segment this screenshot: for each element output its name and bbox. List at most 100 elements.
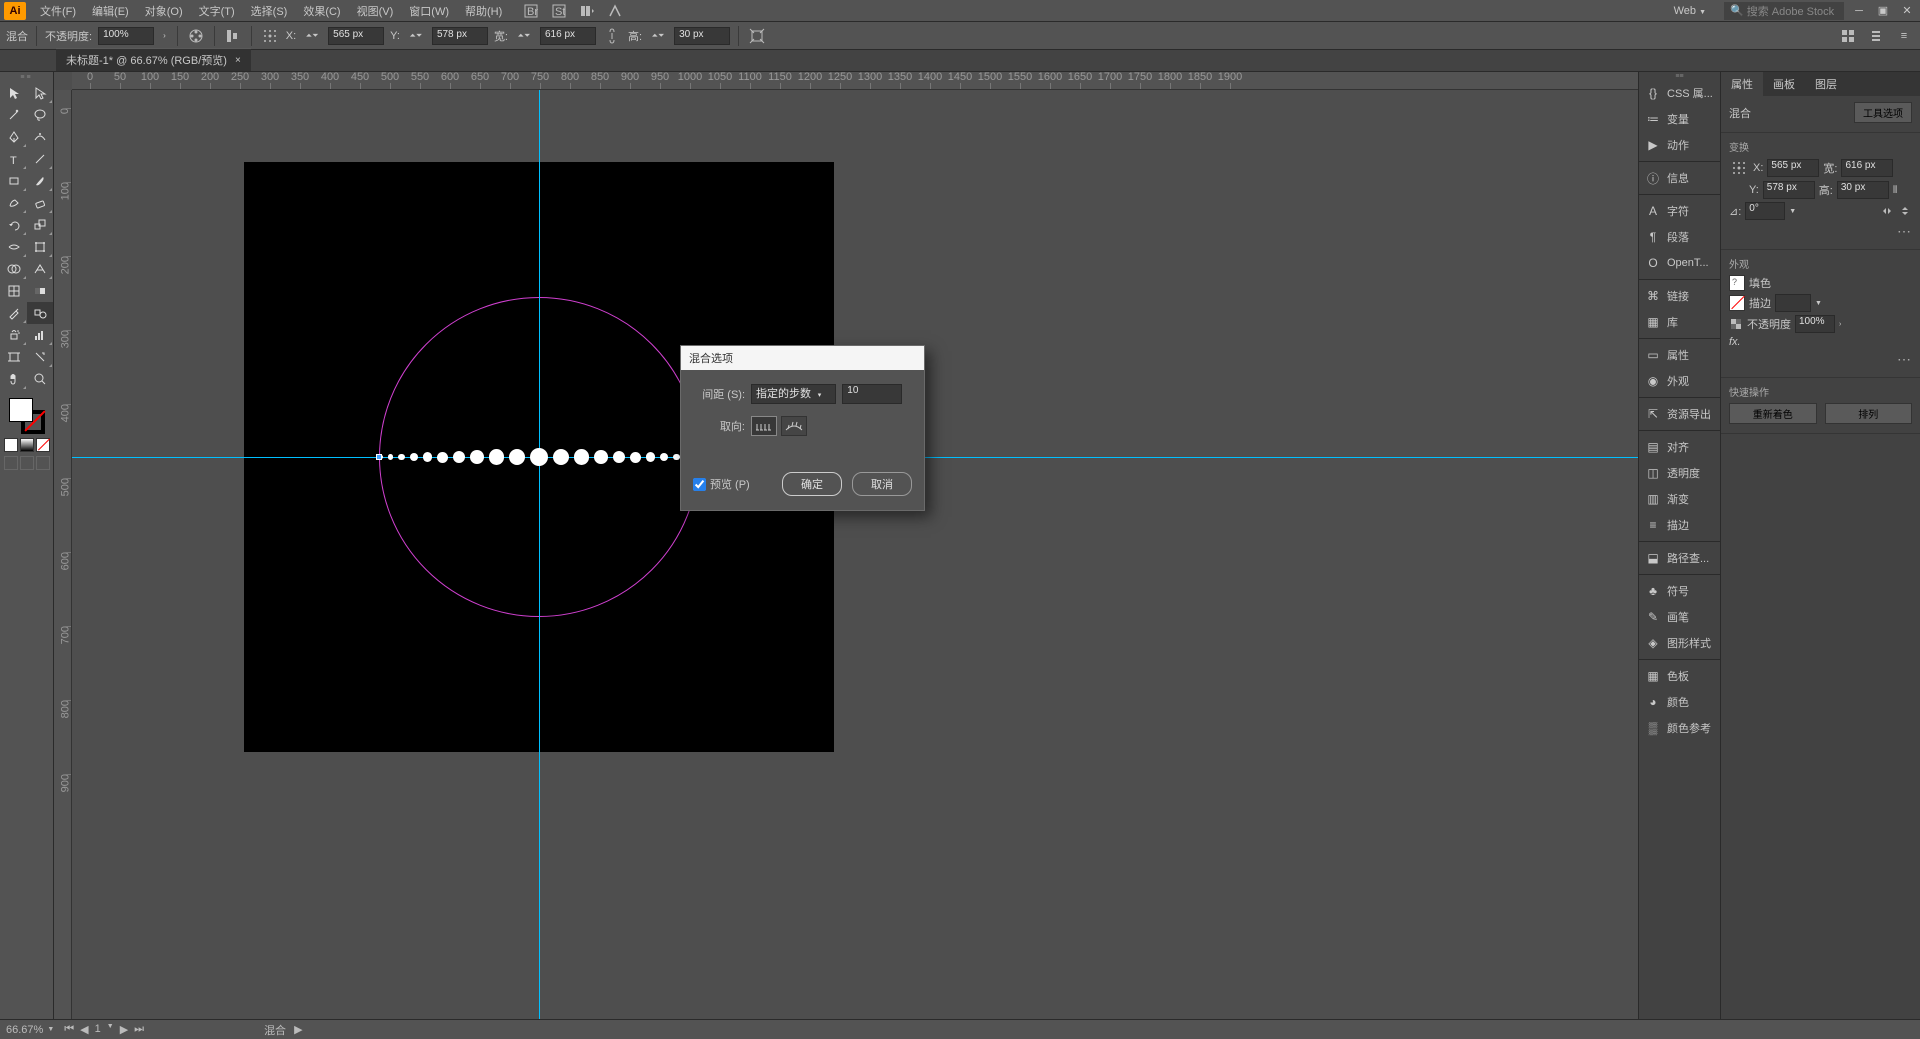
- column-graph-tool[interactable]: [27, 324, 53, 346]
- angle-dd-icon[interactable]: ▼: [1789, 208, 1796, 215]
- last-artboard-icon[interactable]: ⏭: [132, 1023, 146, 1036]
- panel-颜色参考[interactable]: ▒颜色参考: [1639, 715, 1720, 741]
- magic-wand-tool[interactable]: [1, 104, 27, 126]
- panel-外观[interactable]: ◉外观: [1639, 368, 1720, 394]
- panel-透明度[interactable]: ◫透明度: [1639, 460, 1720, 486]
- w-stepper-icon[interactable]: ⏶⏷: [514, 26, 534, 46]
- canvas[interactable]: 0501001502002503003504004505005506006507…: [54, 72, 1638, 1019]
- panel-段落[interactable]: ¶段落: [1639, 224, 1720, 250]
- panel-画笔[interactable]: ✎画笔: [1639, 604, 1720, 630]
- ok-button[interactable]: 确定: [782, 472, 842, 496]
- stroke-weight-input[interactable]: [1775, 294, 1811, 312]
- scale-tool[interactable]: [27, 214, 53, 236]
- panel-链接[interactable]: ⌘链接: [1639, 283, 1720, 309]
- color-mode-solid[interactable]: [4, 438, 18, 452]
- vertical-guide[interactable]: [539, 90, 540, 1019]
- panel-对齐[interactable]: ▤对齐: [1639, 434, 1720, 460]
- vertical-ruler[interactable]: 0100200300400500600700800900: [54, 90, 72, 1019]
- prev-artboard-icon[interactable]: ◀: [78, 1023, 90, 1036]
- spacing-steps-input[interactable]: 10: [842, 384, 902, 404]
- appearance-more-icon[interactable]: ⋯: [1897, 351, 1912, 368]
- shape-builder-tool[interactable]: [1, 258, 27, 280]
- isolate-icon[interactable]: [747, 26, 767, 46]
- artboard-tool[interactable]: [1, 346, 27, 368]
- cancel-button[interactable]: 取消: [852, 472, 912, 496]
- mesh-tool[interactable]: [1, 280, 27, 302]
- menu-效果[interactable]: 效果(C): [295, 0, 348, 22]
- minimize-button[interactable]: ─: [1850, 2, 1868, 20]
- tab-properties[interactable]: 属性: [1721, 72, 1763, 96]
- opacity-dropdown-icon[interactable]: ›: [160, 31, 169, 40]
- arrange-button[interactable]: 排列: [1825, 403, 1913, 424]
- menu-窗口[interactable]: 窗口(W): [401, 0, 457, 22]
- blend-tool[interactable]: [27, 302, 53, 324]
- zoom-tool[interactable]: [27, 368, 53, 390]
- draw-inside[interactable]: [36, 456, 50, 470]
- first-artboard-icon[interactable]: ⏮: [62, 1023, 76, 1036]
- document-tab[interactable]: 未标题-1* @ 66.67% (RGB/预览) ×: [56, 48, 251, 71]
- shaper-tool[interactable]: [1, 192, 27, 214]
- recolor-icon[interactable]: [186, 26, 206, 46]
- status-tool-dd-icon[interactable]: ▶: [294, 1023, 302, 1036]
- opacity-input[interactable]: 100%: [98, 27, 154, 45]
- close-button[interactable]: ✕: [1898, 2, 1916, 20]
- width-tool[interactable]: [1, 236, 27, 258]
- ref-point-icon[interactable]: [1729, 158, 1749, 178]
- free-transform-tool[interactable]: [27, 236, 53, 258]
- eraser-tool[interactable]: [27, 192, 53, 214]
- stroke-swatch-prop[interactable]: [1729, 295, 1745, 311]
- prop-x-input[interactable]: 565 px: [1767, 159, 1819, 177]
- h-stepper-icon[interactable]: ⏶⏷: [648, 26, 668, 46]
- rectangle-tool[interactable]: [1, 170, 27, 192]
- prop-y-input[interactable]: 578 px: [1763, 181, 1815, 199]
- flip-v-icon[interactable]: [1898, 204, 1912, 218]
- curvature-tool[interactable]: [27, 126, 53, 148]
- menu-文件[interactable]: 文件(F): [32, 0, 84, 22]
- panel-颜色[interactable]: ◕颜色: [1639, 689, 1720, 715]
- panel-图形样式[interactable]: ◈图形样式: [1639, 630, 1720, 656]
- pen-tool[interactable]: [1, 126, 27, 148]
- stock-search-input[interactable]: 🔍搜索 Adobe Stock: [1724, 2, 1844, 20]
- menu-帮助[interactable]: 帮助(H): [457, 0, 510, 22]
- link-wh-icon[interactable]: [602, 26, 622, 46]
- align-icon[interactable]: [223, 26, 243, 46]
- spacing-select[interactable]: 指定的步数 ▾: [751, 384, 836, 404]
- y-input[interactable]: 578 px: [432, 27, 488, 45]
- fx-label[interactable]: fx.: [1729, 336, 1741, 348]
- panel-grip[interactable]: ≡≡: [1639, 72, 1720, 80]
- gpu-icon[interactable]: [606, 2, 624, 20]
- zoom-control[interactable]: 66.67% ▼: [6, 1024, 54, 1036]
- x-stepper-icon[interactable]: ⏶⏷: [302, 26, 322, 46]
- panel-字符[interactable]: A字符: [1639, 198, 1720, 224]
- panel-色板[interactable]: ▦色板: [1639, 663, 1720, 689]
- blend-object[interactable]: [379, 449, 699, 465]
- fill-swatch-prop[interactable]: ?: [1729, 275, 1745, 291]
- perspective-grid-tool[interactable]: [27, 258, 53, 280]
- y-stepper-icon[interactable]: ⏶⏷: [406, 26, 426, 46]
- arrange-docs-icon[interactable]: [578, 2, 596, 20]
- direct-selection-tool[interactable]: [27, 82, 53, 104]
- workspace-switcher[interactable]: Web ▼: [1666, 3, 1718, 19]
- tab-artboards[interactable]: 画板: [1763, 72, 1805, 96]
- prop-w-input[interactable]: 616 px: [1841, 159, 1893, 177]
- w-input[interactable]: 616 px: [540, 27, 596, 45]
- list-icon[interactable]: [1866, 26, 1886, 46]
- artboard-dd-icon[interactable]: ▼: [105, 1023, 116, 1036]
- tab-layers[interactable]: 图层: [1805, 72, 1847, 96]
- preview-checkbox[interactable]: 预览 (P): [693, 476, 750, 492]
- orient-page-button[interactable]: [751, 416, 777, 436]
- color-mode-none[interactable]: [36, 438, 50, 452]
- panel-路径查...[interactable]: ⬓路径查...: [1639, 545, 1720, 571]
- gradient-tool[interactable]: [27, 280, 53, 302]
- menu-选择[interactable]: 选择(S): [243, 0, 296, 22]
- horizontal-ruler[interactable]: 0501001502002503003504004505005506006507…: [72, 72, 1638, 90]
- panel-渐变[interactable]: ▥渐变: [1639, 486, 1720, 512]
- recolor-button[interactable]: 重新着色: [1729, 403, 1817, 424]
- orient-path-button[interactable]: [781, 416, 807, 436]
- slice-tool[interactable]: [27, 346, 53, 368]
- stock-icon[interactable]: St: [550, 2, 568, 20]
- grid-icon[interactable]: [1838, 26, 1858, 46]
- selection-tool[interactable]: [1, 82, 27, 104]
- lasso-tool[interactable]: [27, 104, 53, 126]
- panel-变量[interactable]: ≔变量: [1639, 106, 1720, 132]
